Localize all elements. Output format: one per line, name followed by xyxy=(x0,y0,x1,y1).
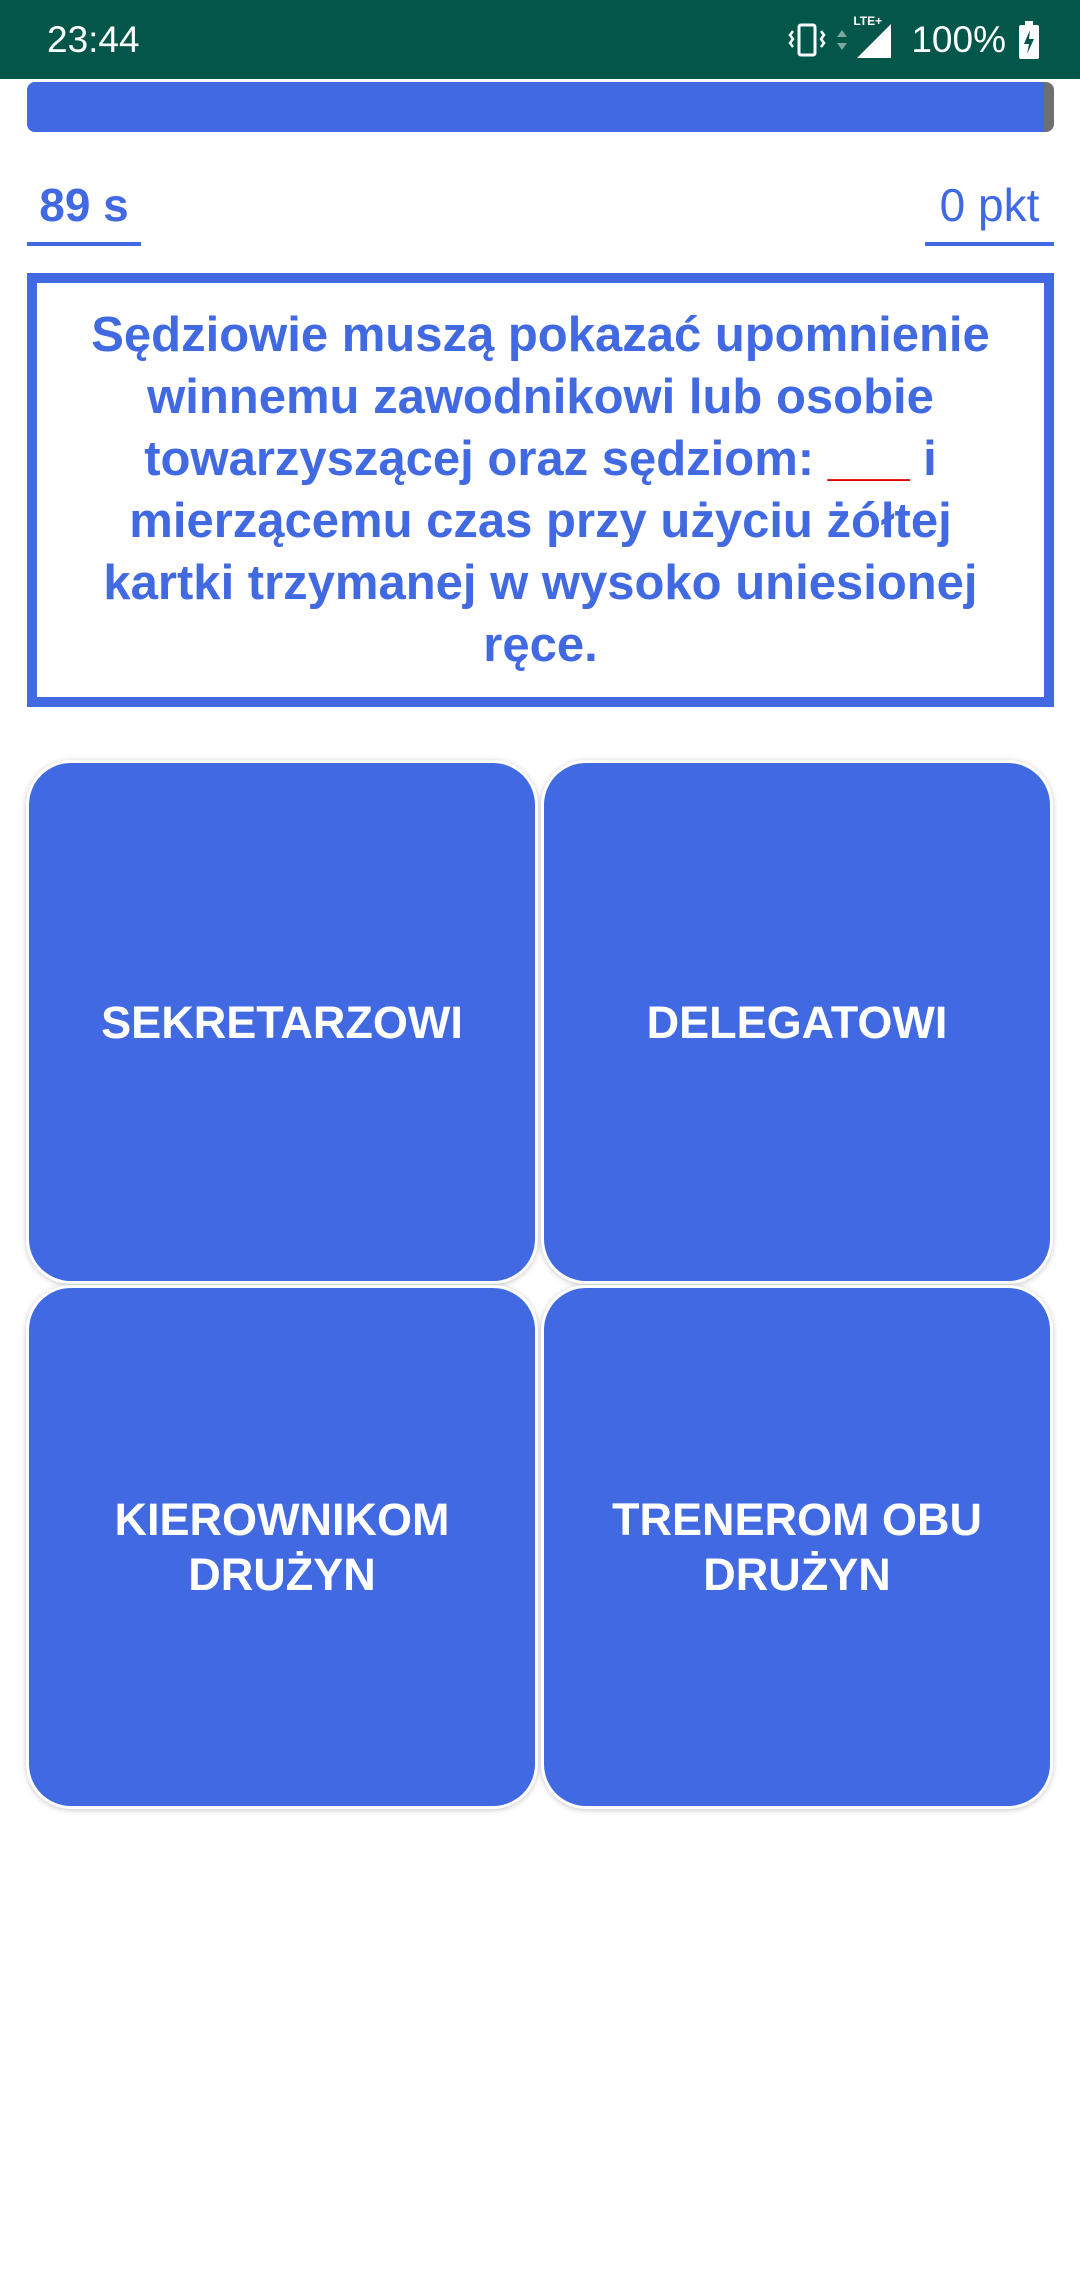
answer-button-2[interactable]: DELEGATOWI xyxy=(544,763,1050,1281)
answer-label: KIEROWNIKOM DRUŻYN xyxy=(114,1494,450,1600)
question-box: Sędziowie muszą pokazać upomnienie winne… xyxy=(27,273,1054,707)
question-blank: ___ xyxy=(827,432,910,486)
status-icons: LTE+ 100% xyxy=(787,14,1040,66)
status-bar: 23:44 LTE+ 100% xyxy=(0,0,1080,79)
signal-icon: LTE+ xyxy=(853,14,893,60)
answer-button-3[interactable]: KIEROWNIKOM DRUŻYN xyxy=(29,1288,535,1806)
score: 0 pkt xyxy=(925,170,1054,246)
status-time: 23:44 xyxy=(47,19,140,60)
answer-label: SEKRETARZOWI xyxy=(101,996,463,1048)
answer-button-4[interactable]: TRENEROM OBU DRUŻYN xyxy=(544,1288,1050,1806)
answer-label: DELEGATOWI xyxy=(646,996,948,1048)
battery-percent: 100% xyxy=(911,19,1006,60)
time-progress-fill xyxy=(27,82,1044,132)
time-progress-bar xyxy=(27,82,1054,132)
vibrate-icon xyxy=(787,22,827,58)
answer-label: TRENEROM OBU DRUŻYN xyxy=(612,1494,982,1600)
question-text: Sędziowie muszą pokazać upomnienie winne… xyxy=(73,304,1008,676)
battery-charging-icon xyxy=(1018,20,1040,60)
network-type: LTE+ xyxy=(853,14,883,28)
data-arrows-icon xyxy=(835,22,849,58)
timer: 89 s xyxy=(27,170,141,246)
answer-button-1[interactable]: SEKRETARZOWI xyxy=(29,763,535,1281)
